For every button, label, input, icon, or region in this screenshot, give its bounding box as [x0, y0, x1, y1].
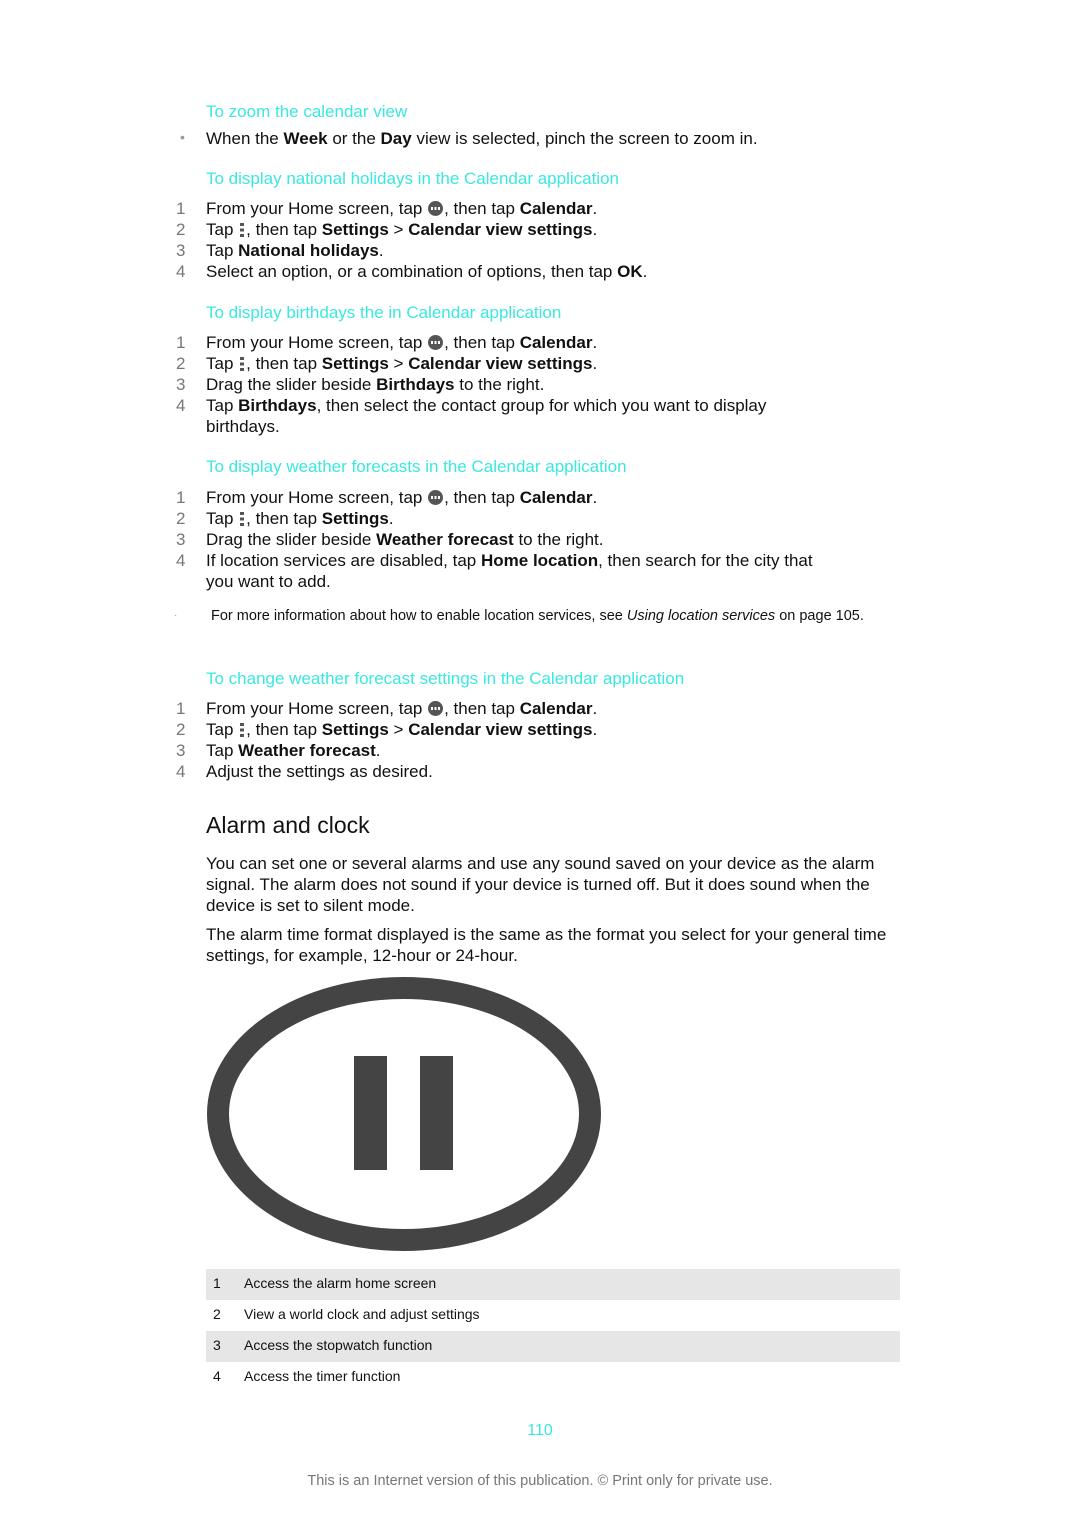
step: 2 Tap , then tap Settings > Calendar vie… [176, 220, 598, 239]
step: 3 Drag the slider beside Birthdays to th… [176, 375, 545, 394]
alarm-paragraph-2: The alarm time format displayed is the s… [206, 925, 887, 965]
apps-grid-icon [428, 335, 444, 350]
birthdays-steps: 1 From your Home screen, tap , then tap … [0, 332, 1080, 437]
overflow-menu-icon [240, 512, 245, 526]
step: 2 Tap , then tap Settings > Calendar vie… [176, 354, 598, 373]
step: 4 Tap Birthdays, then select the contact… [176, 396, 767, 436]
manual-page: To zoom the calendar view • When the Wee… [0, 0, 1080, 1527]
pause-button-icon [207, 977, 601, 1251]
step: 1 From your Home screen, tap , then tap … [176, 199, 598, 218]
step: 4 If location services are disabled, tap… [176, 551, 813, 591]
step: 4 Select an option, or a combination of … [176, 262, 648, 281]
step: 1 From your Home screen, tap , then tap … [176, 699, 598, 718]
step: 1 From your Home screen, tap , then tap … [176, 488, 598, 507]
ring-outline [207, 977, 601, 1251]
section-title-alarm: Alarm and clock [206, 812, 370, 838]
weather-steps: 1 From your Home screen, tap , then tap … [0, 487, 1080, 592]
page-number: 110 [527, 1422, 553, 1439]
section-heading-birthdays: To display birthdays the in Calendar app… [206, 303, 562, 322]
pause-bar-left [354, 1056, 387, 1170]
bullet-dot: • [180, 129, 185, 145]
step: 4 Adjust the settings as desired. [176, 762, 433, 781]
step: 3 Tap National holidays. [176, 241, 384, 260]
legend-row: 3 Access the stopwatch function [206, 1331, 900, 1362]
overflow-menu-icon [240, 723, 245, 737]
alarm-paragraph-1: You can set one or several alarms and us… [206, 854, 875, 915]
footer-notice: This is an Internet version of this publ… [307, 1473, 773, 1489]
overflow-menu-icon [240, 357, 245, 371]
note-icon: · [174, 610, 178, 621]
weather-settings-steps: 1 From your Home screen, tap , then tap … [0, 698, 1080, 782]
section-heading-zoom: To zoom the calendar view [206, 102, 408, 121]
step: 2 Tap , then tap Settings > Calendar vie… [176, 720, 598, 739]
legend-row: 2 View a world clock and adjust settings [213, 1306, 480, 1322]
apps-grid-icon [428, 201, 444, 216]
step: 3 Tap Weather forecast. [176, 741, 381, 760]
pause-bar-right [420, 1056, 453, 1170]
step: 1 From your Home screen, tap , then tap … [176, 333, 598, 352]
section-heading-holidays: To display national holidays in the Cale… [206, 169, 619, 188]
section-heading-weather: To display weather forecasts in the Cale… [206, 457, 627, 476]
holidays-steps: 1 From your Home screen, tap , then tap … [0, 198, 1080, 282]
overflow-menu-icon [240, 223, 245, 237]
step: 3 Drag the slider beside Weather forecas… [176, 530, 604, 549]
legend-row: 1 Access the alarm home screen [206, 1269, 900, 1300]
apps-grid-icon [428, 701, 444, 716]
apps-grid-icon [428, 490, 444, 505]
cross-reference-link[interactable]: Using location services [627, 608, 775, 624]
illustration-legend: 1 Access the alarm home screen 2 View a wo… [206, 1269, 900, 1393]
section-heading-weather-settings: To change weather forecast settings in t… [206, 669, 685, 688]
step: 2 Tap , then tap Settings. [176, 509, 394, 528]
legend-row: 4 Access the timer function [213, 1368, 401, 1384]
